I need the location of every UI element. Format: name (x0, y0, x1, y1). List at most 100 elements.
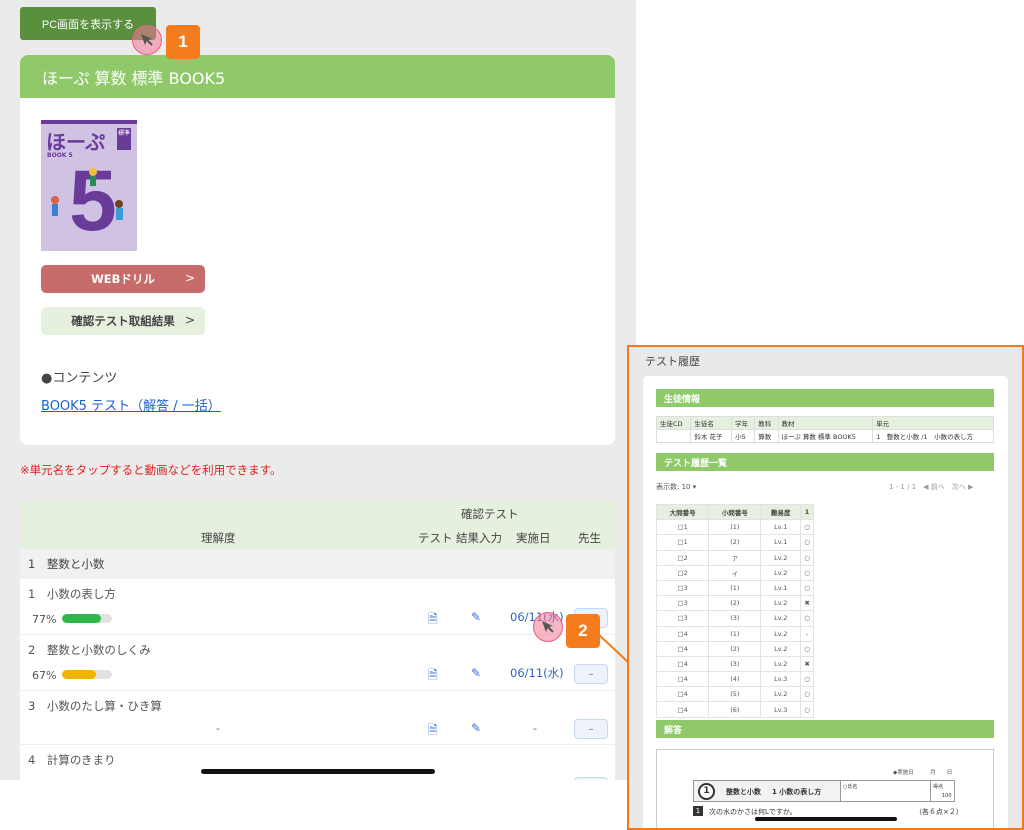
info-cell: 小5 (731, 429, 756, 443)
history-row: □4 (6) Lv.3 ○ (655, 701, 814, 718)
test-history-panel: テスト履歴 生徒情報 生徒CD 生徒名 学年 教科 教材 単元 鈴木 花子 小5… (627, 345, 1024, 830)
display-count-select[interactable]: 表示数: 10 ▾ (656, 482, 696, 492)
history-cell: Lv.2 (760, 625, 802, 642)
result-mark: ○ (800, 701, 814, 718)
result-mark: ○ (800, 686, 814, 703)
history-row: □4 (1) Lv.2- (655, 625, 814, 642)
student-info-table: 生徒CD 生徒名 学年 教科 教材 単元 鈴木 花子 小5 算数 ほーぷ 算数 … (655, 416, 994, 443)
result-mark: ✖ (800, 595, 814, 612)
info-header: 生徒CD (655, 416, 692, 430)
info-cell: 算数 (754, 429, 779, 443)
history-cell: (2) (708, 534, 762, 551)
sheet-title-box: 1 整数と小数 1 小数の表し方 ○氏名 得点 100 (693, 780, 955, 802)
history-cell: Lv.2 (760, 549, 802, 566)
sheet-name-field: ○氏名 (840, 781, 930, 801)
result-mark: ○ (800, 579, 814, 597)
result-mark: ○ (800, 564, 814, 581)
result-mark: ○ (800, 549, 814, 566)
info-cell: ほーぷ 算数 標準 BOOK5 (777, 429, 874, 443)
sheet-sub-unit: 1 小数の表し方 (772, 788, 822, 796)
pagination[interactable]: 1 - 1 / 1 ◀ 前へ 次へ ▶ (889, 482, 973, 492)
info-header: 学年 (731, 416, 756, 430)
history-cell: □2 (655, 549, 710, 566)
history-cell: イ (708, 564, 762, 581)
sheet-question-number: 1 (693, 806, 703, 816)
history-cell: Lv.1 (760, 579, 802, 597)
history-row: □2 ア Lv.2 ○ (655, 549, 814, 566)
info-cell: 鈴木 花子 (690, 429, 733, 443)
history-cell: Lv.2 (760, 686, 802, 703)
history-cell: □4 (655, 671, 710, 688)
caret-down-icon: ▾ (692, 483, 697, 491)
history-cell: (3) (708, 655, 762, 673)
history-cell: □4 (655, 686, 710, 703)
history-row: □3 (1) Lv.1 ○ (655, 579, 814, 597)
info-cell: 1 整数と小数 /1 小数の表し方 (872, 429, 994, 443)
result-mark: ✖ (800, 655, 814, 673)
history-cell: □2 (655, 564, 710, 581)
display-count-label: 表示数: 10 (656, 483, 691, 491)
sheet-score-max: 100 (942, 793, 952, 799)
result-mark: - (800, 625, 814, 642)
history-cell: ア (708, 549, 762, 566)
history-row: □4 (5) Lv.2 ○ (655, 686, 814, 703)
history-cell: (1) (708, 625, 762, 642)
col-header: 大問番号 (655, 503, 710, 521)
sheet-unit-number: 1 (698, 783, 715, 800)
result-mark: ○ (800, 534, 814, 551)
sheet-question-text: 次の水のかさは何Lですか。 (709, 808, 797, 816)
history-cell: (1) (708, 519, 762, 536)
answer-heading: 解答 (656, 720, 994, 738)
history-result-table: 大問番号 小問番号 難易度 1 □1 (1) Lv.1 ○ □1 (2) Lv.1 ○ □2 ア L… (655, 503, 814, 718)
history-cell: □4 (655, 625, 710, 642)
history-cell: Lv.3 (760, 671, 802, 688)
history-cell: Lv.1 (760, 519, 802, 536)
test-history-card: 生徒情報 生徒CD 生徒名 学年 教科 教材 単元 鈴木 花子 小5 算数 ほー… (643, 376, 1008, 828)
sheet-date-label: ◆実施日 月 日 (893, 770, 953, 776)
sheet-question-points: （各６点×２） (915, 808, 963, 816)
history-row: □4 (3) Lv.2 ✖ (655, 655, 814, 673)
info-header: 教材 (777, 416, 874, 430)
info-header: 単元 (872, 416, 994, 430)
history-cell: □1 (655, 519, 710, 536)
info-header: 教科 (754, 416, 779, 430)
student-info-heading: 生徒情報 (656, 389, 994, 407)
cursor-arrow-icon (542, 621, 554, 633)
history-cell: (5) (708, 686, 762, 703)
history-cell: □4 (655, 701, 710, 718)
history-cell: □3 (655, 579, 710, 597)
history-cell: (2) (708, 595, 762, 612)
result-mark: ○ (800, 640, 814, 657)
col-header: 1 (800, 503, 814, 521)
history-cell: □3 (655, 595, 710, 612)
history-cell: □4 (655, 640, 710, 657)
history-cell: □1 (655, 534, 710, 551)
history-row: □1 (1) Lv.1 ○ (655, 519, 814, 536)
history-cell: (1) (708, 579, 762, 597)
history-row: □3 (3) Lv.2 ○ (655, 610, 814, 627)
test-history-title: テスト履歴 (645, 355, 700, 368)
result-mark: ○ (800, 610, 814, 627)
history-cell: □3 (655, 610, 710, 627)
info-header: 生徒名 (690, 416, 733, 430)
history-row: □2 イ Lv.2 ○ (655, 564, 814, 581)
result-mark: ○ (800, 671, 814, 688)
sheet-unit-name: 整数と小数 (726, 788, 761, 796)
history-cell: (6) (708, 701, 762, 718)
history-cell: (3) (708, 610, 762, 627)
col-header: 難易度 (760, 503, 802, 521)
history-cell: Lv.3 (760, 701, 802, 718)
col-header: 小問番号 (708, 503, 762, 521)
result-mark: ○ (800, 519, 814, 536)
step-badge-2: 2 (566, 614, 600, 648)
history-row: □4 (2) Lv.2 ○ (655, 640, 814, 657)
history-row: □1 (2) Lv.1 ○ (655, 534, 814, 551)
history-cell: (4) (708, 671, 762, 688)
history-cell: (2) (708, 640, 762, 657)
history-cell: Lv.1 (760, 534, 802, 551)
history-row: □4 (4) Lv.3 ○ (655, 671, 814, 688)
tap-cursor-2 (533, 612, 563, 642)
history-cell: Lv.2 (760, 610, 802, 627)
history-cell: Lv.2 (760, 640, 802, 657)
history-cell: □4 (655, 655, 710, 673)
